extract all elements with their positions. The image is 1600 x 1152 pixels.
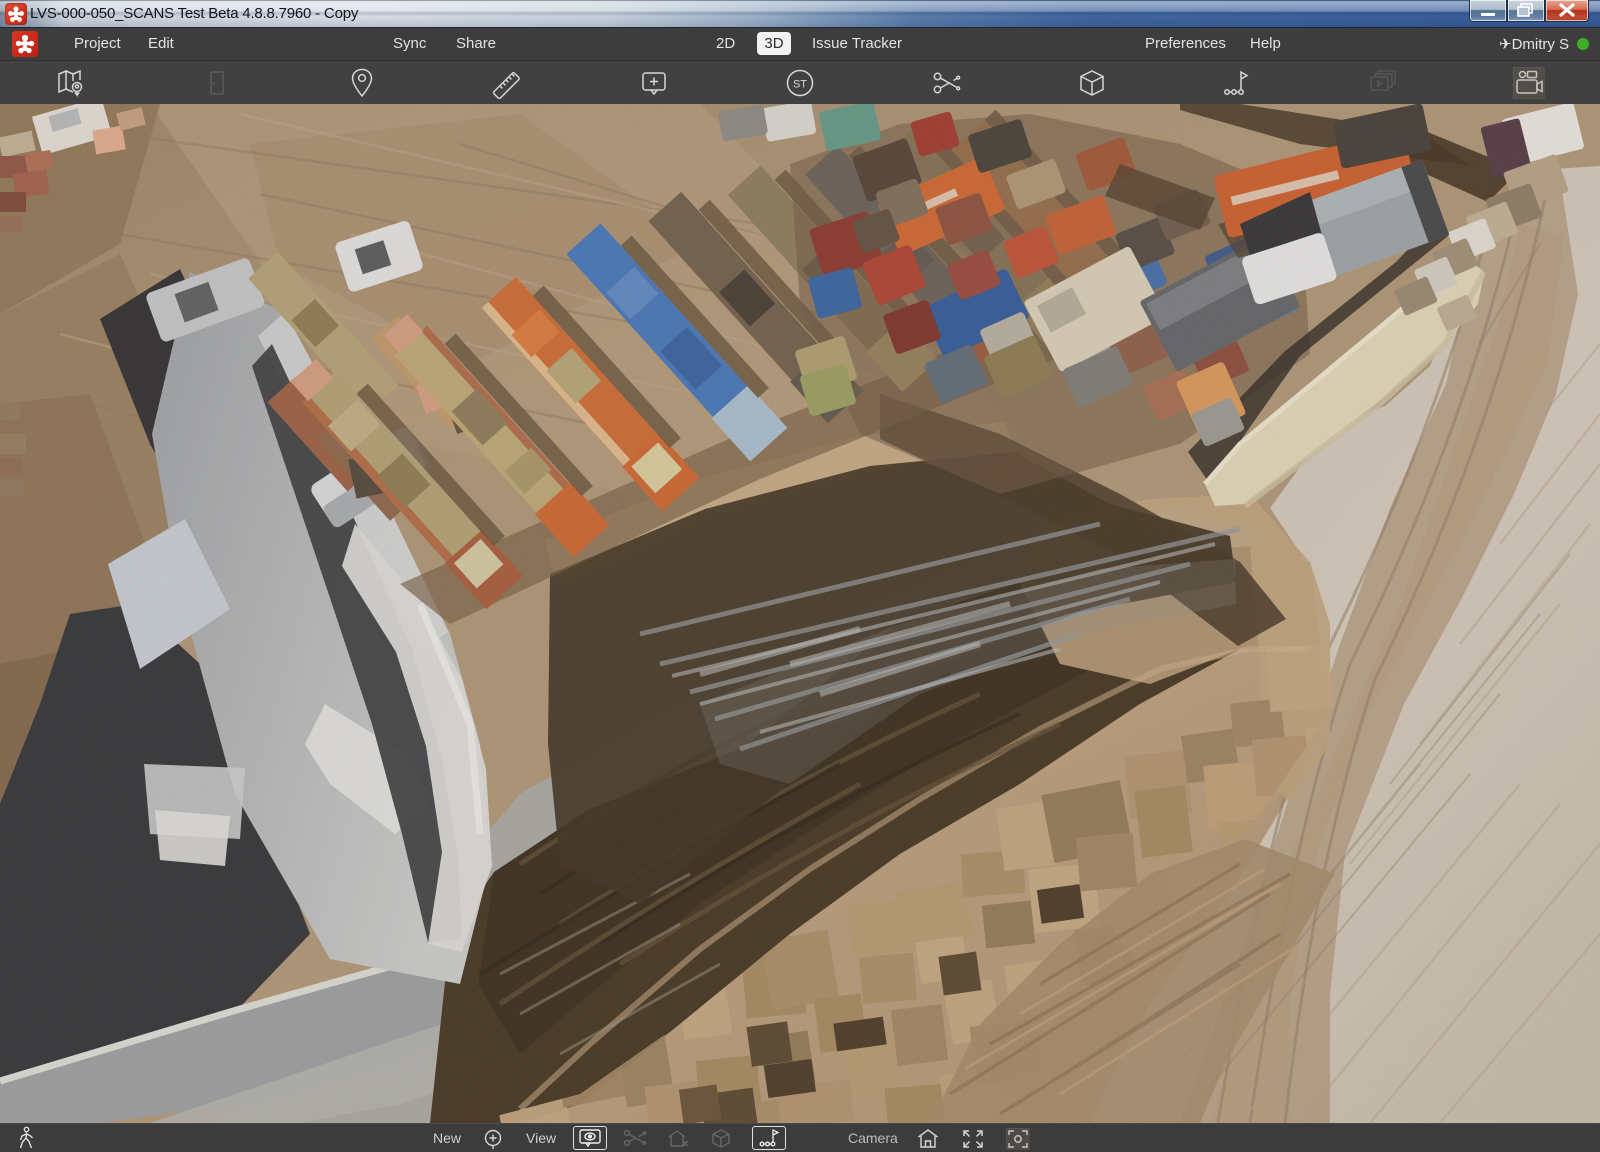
svg-text:ST: ST	[793, 79, 807, 91]
